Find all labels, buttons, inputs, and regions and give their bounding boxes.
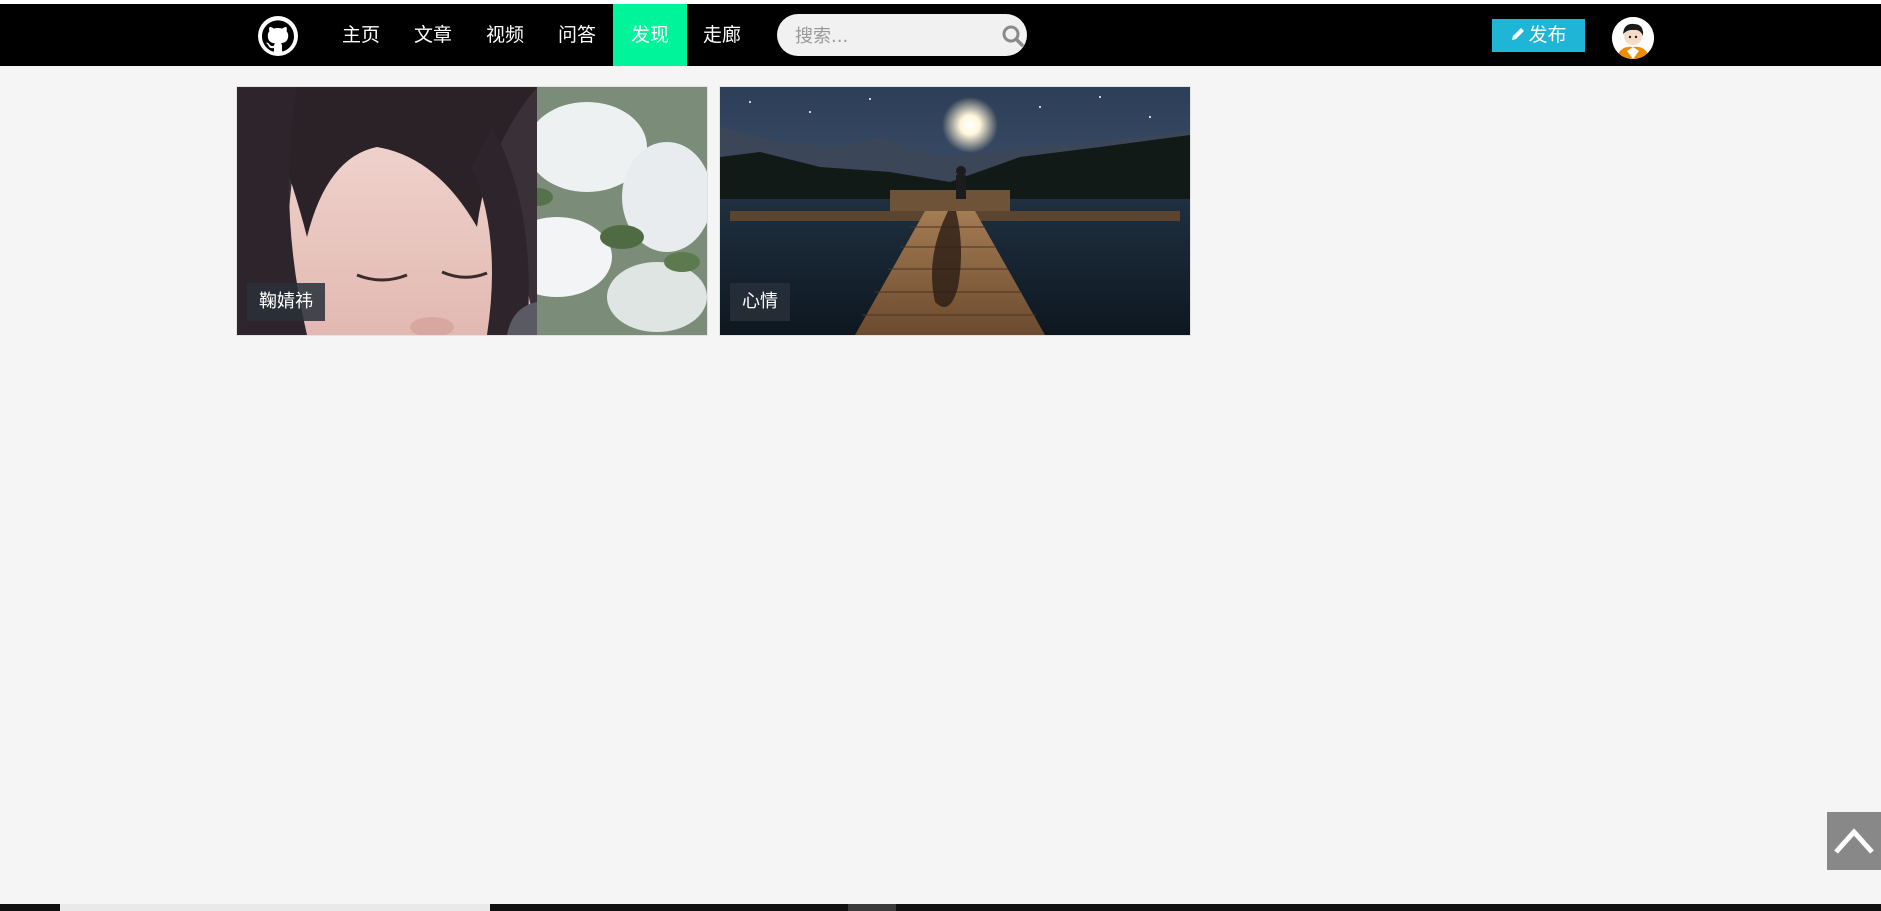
discover-card[interactable]: 鞠婧祎	[236, 86, 708, 336]
nav-item-discover[interactable]: 发现	[613, 4, 688, 66]
nav-item-qa[interactable]: 问答	[540, 4, 614, 66]
card-tag: 心情	[730, 283, 790, 321]
card-tag: 鞠婧祎	[247, 283, 325, 321]
publish-button[interactable]: 发布	[1492, 19, 1585, 52]
search-box	[777, 14, 1027, 56]
top-navbar: 主页 文章 视频 问答 发现 走廊 发布	[0, 4, 1881, 66]
github-logo-icon[interactable]	[258, 16, 298, 56]
discover-card[interactable]: 心情	[719, 86, 1191, 336]
nav-item-home[interactable]: 主页	[324, 4, 398, 66]
chevron-up-icon	[1834, 828, 1874, 854]
card-image	[720, 87, 1190, 335]
user-avatar[interactable]	[1612, 17, 1654, 59]
search-input[interactable]	[793, 14, 987, 56]
pen-icon	[1512, 28, 1525, 40]
publish-label: 发布	[1528, 24, 1567, 46]
bottom-scrollbar	[0, 904, 1881, 911]
search-icon[interactable]	[1002, 25, 1024, 47]
nav-item-corridor[interactable]: 走廊	[685, 4, 759, 66]
scrollbar-marker	[848, 904, 896, 911]
nav-item-videos[interactable]: 视频	[468, 4, 542, 66]
scrollbar-thumb[interactable]	[60, 904, 490, 911]
nav-item-articles[interactable]: 文章	[396, 4, 470, 66]
back-to-top-button[interactable]	[1827, 812, 1881, 870]
